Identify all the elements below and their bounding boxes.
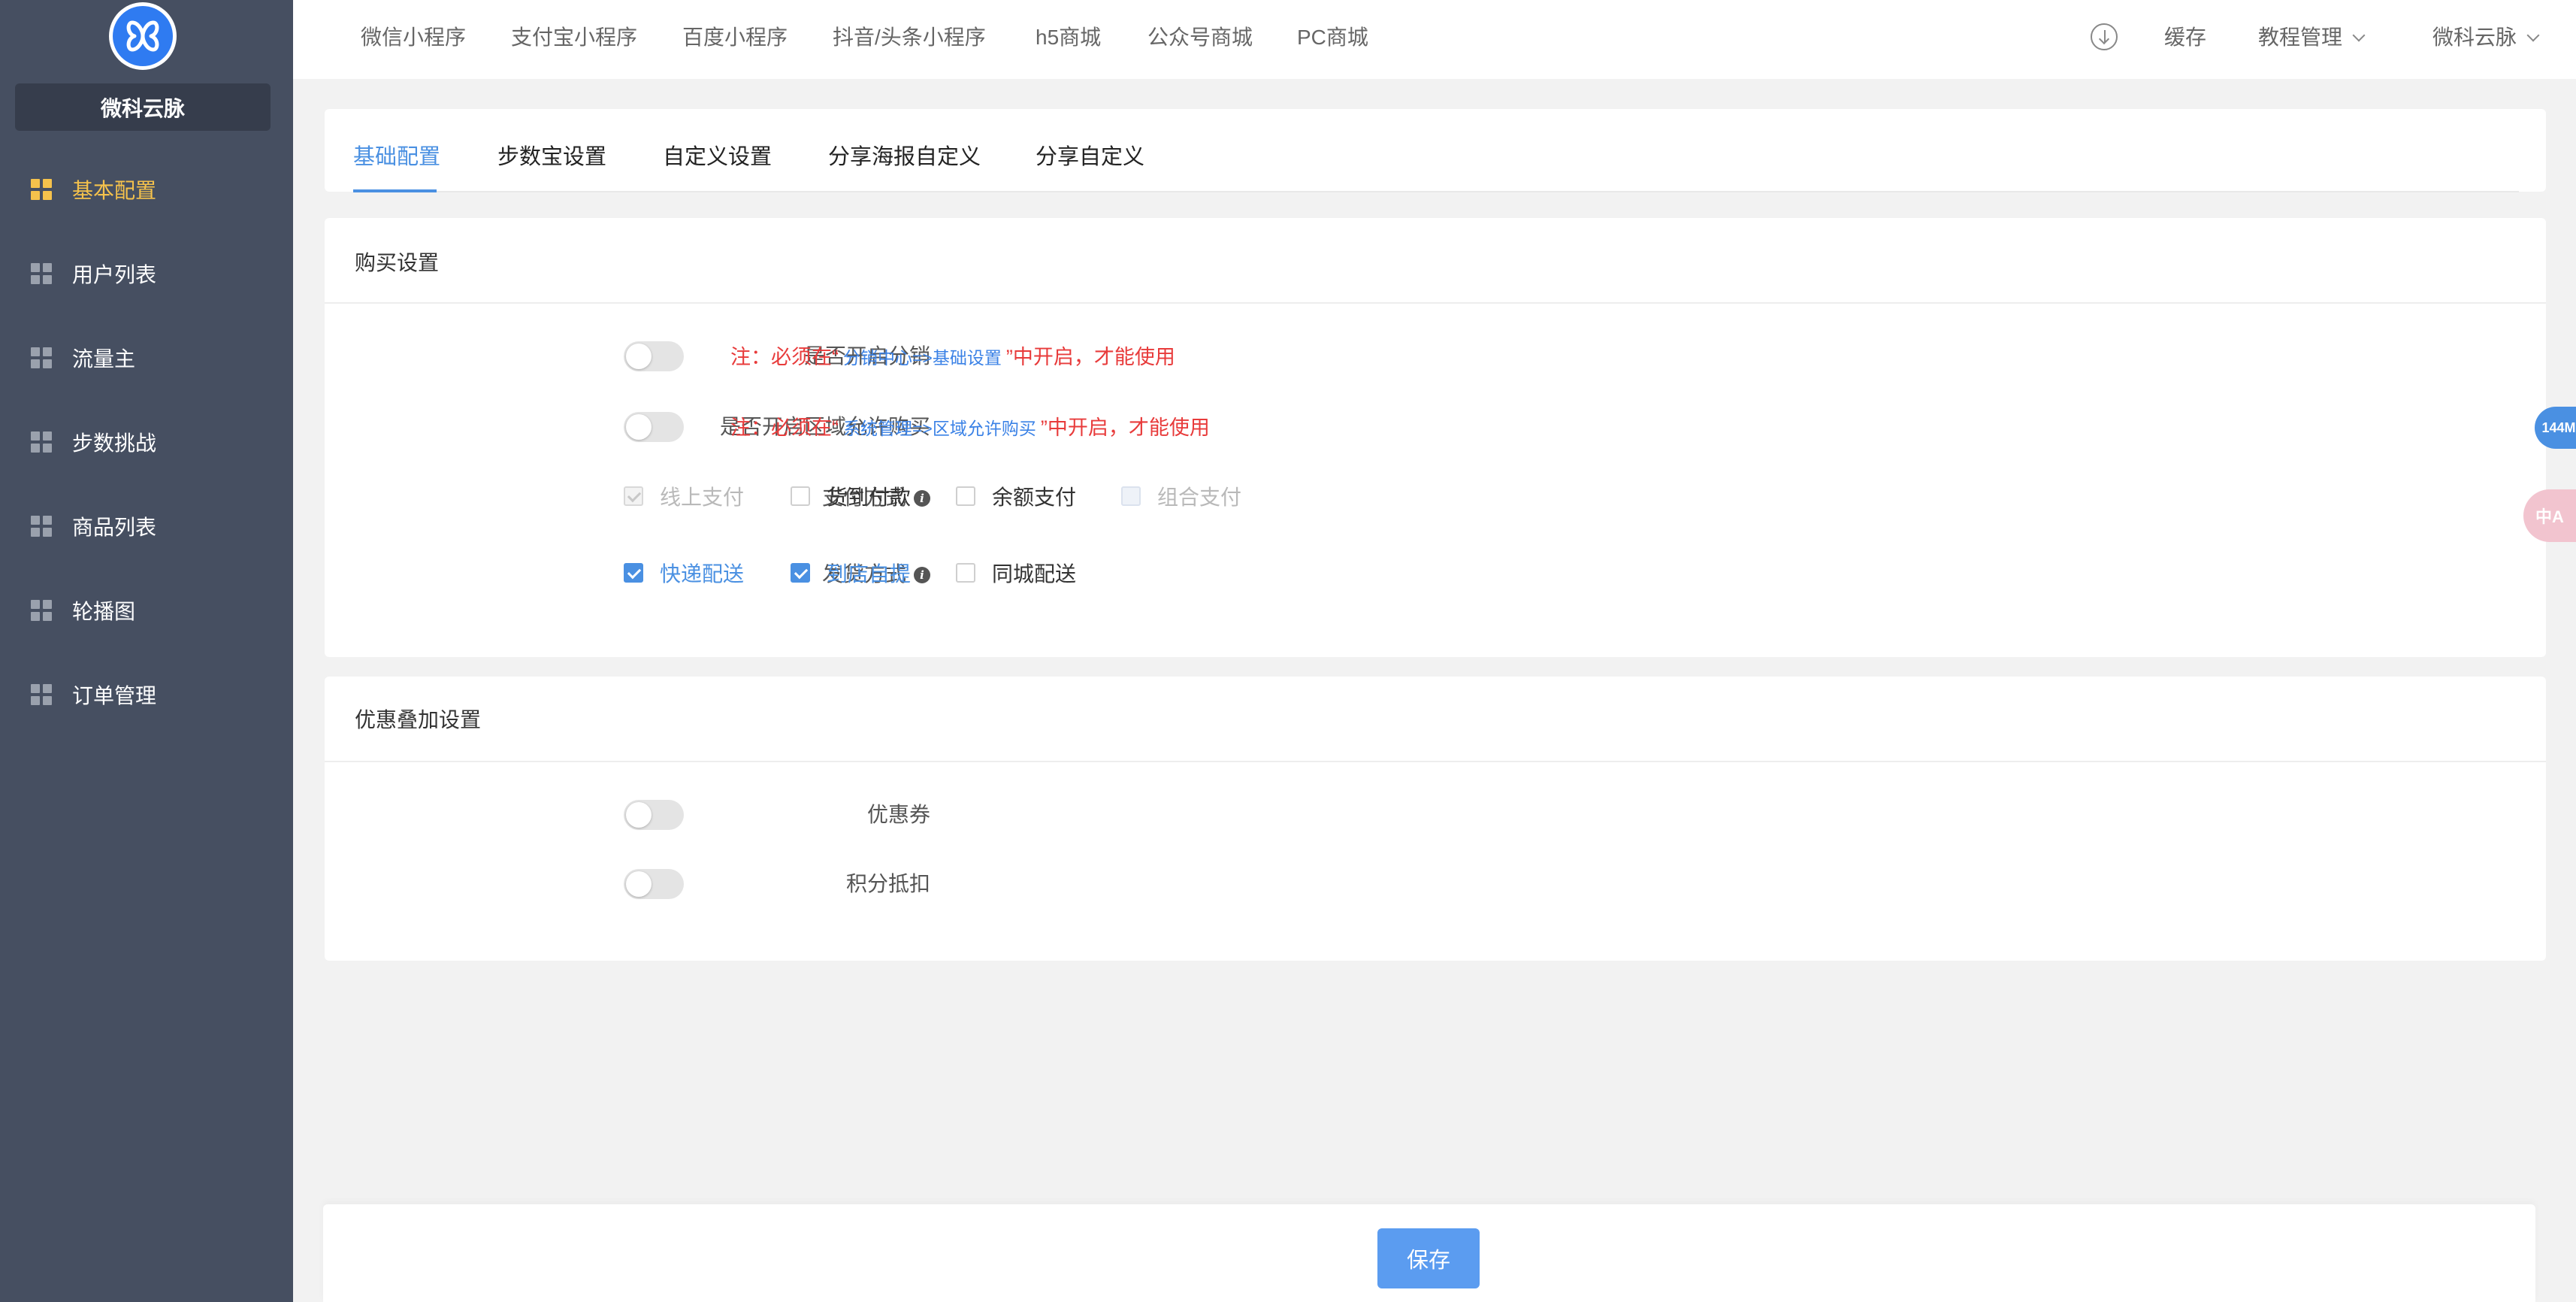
payment-online-checkbox[interactable]: 线上支付 xyxy=(624,481,744,511)
sidebar-item-user-list[interactable]: 用户列表 xyxy=(0,244,293,304)
distribution-switch[interactable] xyxy=(624,341,684,371)
tutorial-menu[interactable]: 教程管理 xyxy=(2258,21,2366,51)
sidebar-item-label: 基本配置 xyxy=(72,179,157,202)
note-suffix: ”中开启，才能使用 xyxy=(1005,346,1175,368)
header-tab-baidu[interactable]: 百度小程序 xyxy=(682,21,788,51)
region-purchase-switch[interactable] xyxy=(624,412,684,442)
payment-combined-checkbox[interactable]: 组合支付 xyxy=(1121,481,1241,511)
coupon-switch[interactable] xyxy=(624,800,684,830)
app-logo[interactable] xyxy=(109,2,177,70)
grid-icon xyxy=(31,516,52,537)
sidebar: 微科云脉 基本配置 用户列表 流量主 步数挑战 商品列表 轮播图 订单管理 xyxy=(0,0,293,1302)
sidebar-item-basic-config[interactable]: 基本配置 xyxy=(0,159,293,220)
checkbox-label: 到店自提 xyxy=(827,562,912,586)
active-tab-indicator xyxy=(353,189,437,192)
delivery-express-checkbox[interactable]: 快递配送 xyxy=(624,558,744,588)
grid-icon xyxy=(31,179,52,200)
header-tab-alipay[interactable]: 支付宝小程序 xyxy=(511,21,637,51)
header-tab-douyin[interactable]: 抖音/头条小程序 xyxy=(833,21,986,51)
checkbox-icon xyxy=(624,563,643,583)
tab-basic-config[interactable]: 基础配置 xyxy=(353,139,440,171)
brand-name: 微科云脉 xyxy=(15,83,271,131)
header-tab-h5[interactable]: h5商城 xyxy=(1036,21,1101,51)
footer-bar: 保存 xyxy=(323,1204,2535,1302)
checkbox-label: 货到付款 xyxy=(827,486,912,509)
points-deduction-switch[interactable] xyxy=(624,869,684,899)
discount-settings-card: 优惠叠加设置 优惠券 积分抵扣 xyxy=(325,677,2546,961)
distribution-note: 注：必须在“ 分销中心=>基础设置 ”中开启，才能使用 xyxy=(730,341,1175,370)
chevron-down-icon xyxy=(2352,29,2366,42)
header-tab-pc[interactable]: PC商城 xyxy=(1297,21,1368,51)
tab-baseline xyxy=(353,191,2519,192)
checkbox-label: 同城配送 xyxy=(992,562,1077,586)
chevron-down-icon xyxy=(2526,29,2540,42)
tab-share-custom[interactable]: 分享自定义 xyxy=(1036,139,1144,171)
translate-icon[interactable]: 中A xyxy=(2523,489,2576,542)
sidebar-item-label: 用户列表 xyxy=(72,263,157,286)
checkbox-icon xyxy=(956,486,975,506)
checkbox-icon xyxy=(624,486,643,506)
sidebar-item-label: 订单管理 xyxy=(72,684,157,707)
region-settings-link[interactable]: 系统管理=>区域允许购买 xyxy=(843,419,1036,438)
info-icon[interactable]: i xyxy=(914,490,930,507)
divider xyxy=(325,761,2546,762)
cache-button[interactable]: 缓存 xyxy=(2164,21,2206,51)
tutorial-menu-label: 教程管理 xyxy=(2258,26,2343,49)
header-tab-official-account[interactable]: 公众号商城 xyxy=(1147,21,1253,51)
note-suffix: ”中开启，才能使用 xyxy=(1040,416,1210,439)
grid-icon xyxy=(31,347,52,368)
sidebar-item-product-list[interactable]: 商品列表 xyxy=(0,496,293,556)
grid-icon xyxy=(31,600,52,621)
header-tab-wechat[interactable]: 微信小程序 xyxy=(361,21,466,51)
coupon-label: 优惠券 xyxy=(866,803,930,826)
checkbox-label: 线上支付 xyxy=(660,486,745,509)
grid-icon xyxy=(31,263,52,284)
note-prefix: 注：必须在“ xyxy=(730,346,839,368)
checkbox-label: 快递配送 xyxy=(660,562,745,586)
tab-share-poster[interactable]: 分享海报自定义 xyxy=(828,139,981,171)
save-button[interactable]: 保存 xyxy=(1377,1228,1480,1288)
checkbox-icon xyxy=(791,486,810,506)
config-tabs: 基础配置 步数宝设置 自定义设置 分享海报自定义 分享自定义 xyxy=(325,109,2546,192)
grid-icon xyxy=(31,431,52,453)
user-menu[interactable]: 微科云脉 xyxy=(2432,21,2540,51)
delivery-pickup-checkbox[interactable]: 到店自提 xyxy=(791,558,911,588)
points-deduction-label: 积分抵扣 xyxy=(845,872,930,895)
tab-custom-settings[interactable]: 自定义设置 xyxy=(663,139,772,171)
sidebar-item-label: 流量主 xyxy=(72,347,136,371)
region-purchase-note: 注：必须在“ 系统管理=>区域允许购买 ”中开启，才能使用 xyxy=(730,411,1210,441)
checkbox-label: 组合支付 xyxy=(1157,486,1242,509)
sidebar-item-label: 商品列表 xyxy=(72,516,157,539)
sidebar-item-traffic-owner[interactable]: 流量主 xyxy=(0,328,293,388)
divider xyxy=(325,302,2546,304)
distribution-settings-link[interactable]: 分销中心=>基础设置 xyxy=(843,348,1002,368)
checkbox-icon xyxy=(1121,486,1141,506)
checkbox-icon xyxy=(956,563,975,583)
info-icon[interactable]: i xyxy=(914,567,930,583)
sidebar-item-step-challenge[interactable]: 步数挑战 xyxy=(0,412,293,472)
memory-badge[interactable]: 144M xyxy=(2535,407,2576,449)
grid-icon xyxy=(31,684,52,705)
sidebar-item-carousel[interactable]: 轮播图 xyxy=(0,580,293,640)
section-title: 购买设置 xyxy=(355,251,440,274)
payment-cod-checkbox[interactable]: 货到付款 xyxy=(791,481,911,511)
top-header: 微信小程序 支付宝小程序 百度小程序 抖音/头条小程序 h5商城 公众号商城 P… xyxy=(293,0,2576,79)
download-icon[interactable] xyxy=(2091,23,2118,50)
section-title: 优惠叠加设置 xyxy=(355,708,482,731)
checkbox-icon xyxy=(791,563,810,583)
checkbox-label: 余额支付 xyxy=(992,486,1077,509)
purchase-settings-card: 购买设置 是否开启分销 注：必须在“ 分销中心=>基础设置 ”中开启，才能使用 是否… xyxy=(325,218,2546,657)
payment-balance-checkbox[interactable]: 余额支付 xyxy=(956,481,1076,511)
delivery-local-checkbox[interactable]: 同城配送 xyxy=(956,558,1076,588)
user-menu-label: 微科云脉 xyxy=(2432,26,2517,49)
tab-step-treasure[interactable]: 步数宝设置 xyxy=(497,139,606,171)
logo-icon xyxy=(126,20,159,52)
sidebar-item-label: 轮播图 xyxy=(72,600,136,623)
note-prefix: 注：必须在“ xyxy=(730,416,839,439)
sidebar-item-order-management[interactable]: 订单管理 xyxy=(0,665,293,725)
sidebar-item-label: 步数挑战 xyxy=(72,431,157,455)
